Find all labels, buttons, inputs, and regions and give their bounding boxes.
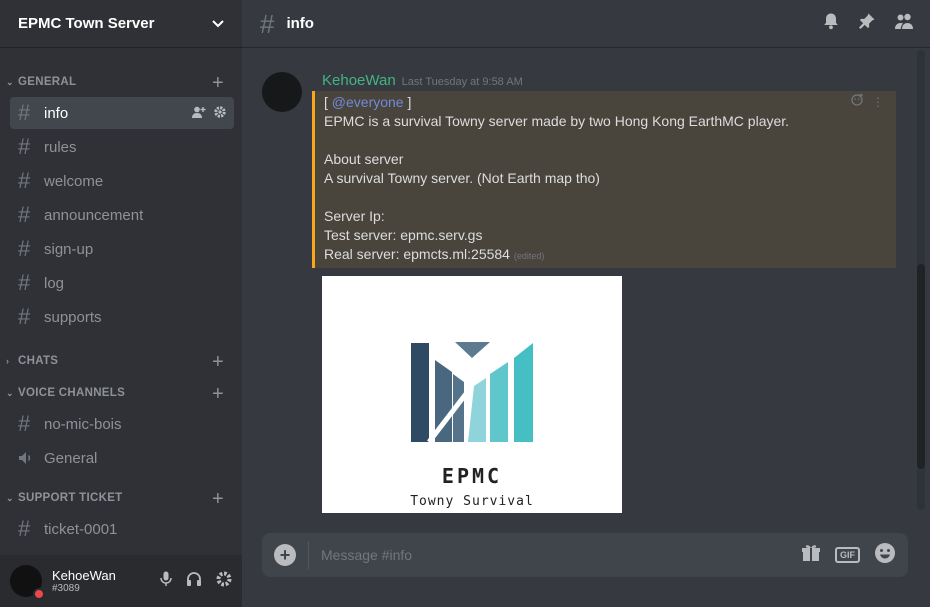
text-channel-icon: # — [18, 202, 31, 227]
username: KehoeWan — [52, 568, 116, 583]
chevron-down-icon: ⌄ — [6, 76, 14, 87]
bell-icon[interactable] — [822, 12, 840, 35]
image-subtitle: Towny Survival — [410, 494, 534, 509]
attached-image[interactable]: EPMC Towny Survival — [322, 276, 622, 513]
voice-channel-general[interactable]: General — [10, 442, 234, 474]
avatar[interactable] — [10, 565, 45, 600]
members-icon[interactable] — [894, 12, 914, 35]
category-label: SUPPORT TICKET — [18, 492, 123, 504]
channel-announcement[interactable]: # announcement — [10, 199, 234, 231]
category-label: VOICE CHANNELS — [18, 387, 126, 399]
image-title: EPMC — [441, 464, 503, 488]
text-channel-icon: # — [18, 304, 31, 329]
edited-label: (edited) — [513, 251, 545, 261]
category-label: GENERAL — [18, 76, 77, 88]
server-name: EPMC Town Server — [18, 15, 155, 32]
message-timestamp: Last Tuesday at 9:58 AM — [401, 76, 523, 88]
add-channel-icon[interactable]: + — [212, 352, 224, 372]
headphones-icon[interactable] — [186, 571, 202, 592]
message-list[interactable]: KehoeWan Last Tuesday at 9:58 AM ⋮ [ @ev… — [242, 48, 930, 513]
settings-gear-icon[interactable] — [216, 571, 232, 592]
category-label: CHATS — [18, 355, 59, 367]
channel-no-mic-bois[interactable]: # no-mic-bois — [10, 408, 234, 440]
channel-log[interactable]: # log — [10, 267, 234, 299]
message: KehoeWan Last Tuesday at 9:58 AM ⋮ [ @ev… — [262, 72, 910, 513]
scrollbar[interactable] — [917, 50, 925, 510]
text-channel-icon: # — [18, 270, 31, 295]
more-options-icon[interactable]: ⋮ — [872, 93, 884, 112]
text-channel-icon: # — [260, 8, 275, 39]
channel-name: ticket-0001 — [44, 520, 118, 538]
message-author[interactable]: KehoeWan — [322, 72, 396, 89]
chat-area: # info KehoeWan Last Tuesday at 9:58 AM … — [242, 0, 930, 607]
channel-welcome[interactable]: # welcome — [10, 165, 234, 197]
channel-name: welcome — [44, 172, 104, 190]
upload-plus-icon[interactable]: + — [274, 544, 296, 566]
text-channel-icon: # — [18, 168, 31, 193]
channel-name: rules — [44, 138, 77, 156]
channel-sign-up[interactable]: # sign-up — [10, 233, 234, 265]
message-line: Server Ip: — [324, 208, 385, 224]
mention-highlight: ⋮ [ @everyone ] EPMC is a survival Towny… — [312, 91, 896, 268]
chevron-right-icon: › — [6, 356, 10, 366]
gear-icon[interactable] — [214, 105, 226, 121]
channel-name: General — [44, 449, 98, 467]
author-avatar[interactable] — [262, 72, 302, 112]
scrollbar-thumb[interactable] — [917, 264, 925, 469]
add-reaction-icon[interactable] — [851, 93, 864, 112]
channel-name: info — [44, 104, 69, 122]
add-channel-icon[interactable]: + — [212, 73, 224, 93]
message-input[interactable] — [321, 547, 801, 563]
message-line: A survival Towny server. (Not Earth map … — [324, 170, 600, 186]
pin-icon[interactable] — [858, 12, 876, 35]
add-channel-icon[interactable]: + — [212, 384, 224, 404]
category-general[interactable]: ⌄ GENERAL + — [0, 56, 242, 96]
gift-icon[interactable] — [801, 544, 821, 567]
text-channel-icon: # — [18, 134, 31, 159]
user-panel: KehoeWan #3089 — [0, 555, 242, 607]
locked-channel-icon: # — [18, 236, 31, 261]
channel-title: info — [286, 15, 314, 32]
microphone-icon[interactable] — [160, 571, 172, 592]
category-voice[interactable]: ⌄ VOICE CHANNELS + — [0, 375, 242, 407]
channel-name: sign-up — [44, 240, 94, 258]
channel-list: ⌄ GENERAL + # info # rules # welcome # annou… — [0, 48, 242, 555]
everyone-mention[interactable]: @everyone — [332, 94, 404, 110]
text-channel-icon: # — [18, 411, 31, 436]
dnd-status-icon — [33, 588, 45, 600]
chevron-down-icon: ⌄ — [6, 492, 14, 503]
add-channel-icon[interactable]: + — [212, 489, 224, 509]
chevron-down-icon: ⌄ — [6, 387, 14, 398]
category-support-ticket[interactable]: ⌄ SUPPORT TICKET + — [0, 476, 242, 512]
user-tag: #3089 — [52, 583, 80, 594]
message-composer: + GIF — [242, 513, 930, 607]
bracket-open: [ — [324, 94, 332, 110]
user-info[interactable]: KehoeWan #3089 — [52, 568, 160, 594]
channel-name: log — [44, 274, 65, 292]
channel-rules[interactable]: # rules — [10, 131, 234, 163]
message-line: EPMC is a survival Towny server made by … — [324, 113, 790, 129]
bracket-close: ] — [403, 94, 412, 110]
category-chats[interactable]: › CHATS + — [0, 335, 242, 375]
gif-icon[interactable]: GIF — [835, 547, 860, 563]
server-header[interactable]: EPMC Town Server — [0, 0, 242, 48]
channel-info[interactable]: # info — [10, 97, 234, 129]
speaker-icon — [18, 447, 44, 469]
text-channel-icon: # — [18, 516, 31, 541]
channel-header: # info — [242, 0, 930, 48]
channel-name: announcement — [44, 206, 144, 224]
text-channel-icon: # — [18, 100, 31, 125]
message-line: Real server: epmcts.ml:25584 — [324, 246, 510, 262]
channel-ticket-0001[interactable]: # ticket-0001 — [10, 513, 234, 545]
invite-icon[interactable] — [192, 106, 206, 121]
chevron-down-icon[interactable] — [212, 15, 224, 32]
channel-sidebar: EPMC Town Server ⌄ GENERAL + # info # ru… — [0, 0, 242, 607]
channel-supports[interactable]: # supports — [10, 301, 234, 333]
channel-name: no-mic-bois — [44, 415, 122, 433]
message-line: Test server: epmc.serv.gs — [324, 227, 483, 243]
emoji-icon[interactable] — [874, 542, 896, 569]
message-line: About server — [324, 151, 404, 167]
app-window: EPMC Town Server ⌄ GENERAL + # info # ru… — [0, 0, 930, 607]
channel-name: supports — [44, 308, 102, 326]
